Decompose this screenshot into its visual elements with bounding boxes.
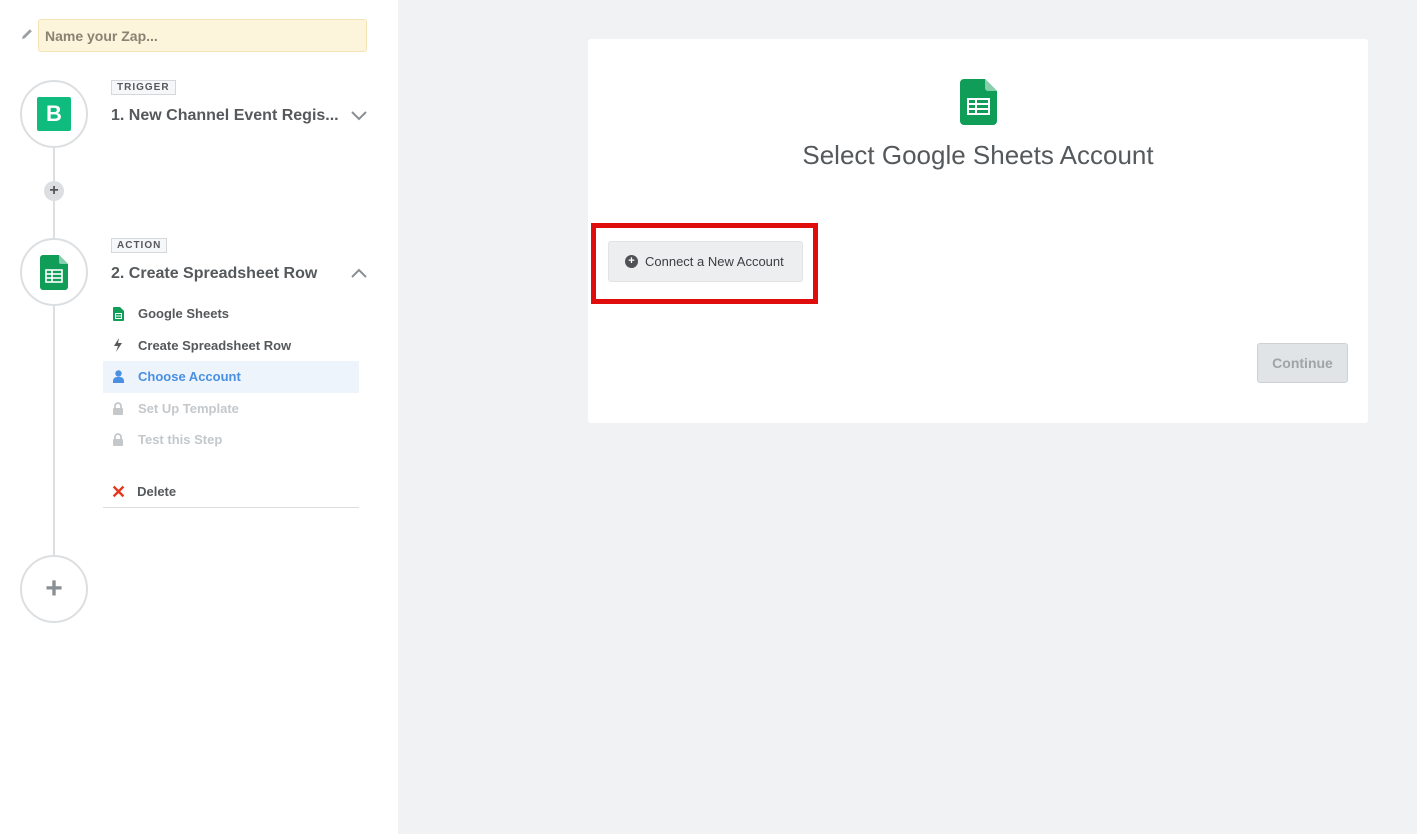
add-step-between-button[interactable]: + <box>44 181 64 201</box>
action-step-icon[interactable] <box>20 238 88 306</box>
continue-button[interactable]: Continue <box>1257 343 1348 383</box>
page-title: Select Google Sheets Account <box>802 140 1154 170</box>
select-account-card: Select Google Sheets Account + Connect a… <box>588 39 1368 423</box>
lock-icon <box>111 432 125 448</box>
zap-name-input[interactable] <box>38 19 367 52</box>
substep-label: Set Up Template <box>138 400 239 416</box>
connect-new-account-button[interactable]: + Connect a New Account <box>608 241 803 282</box>
substep-label: Test this Step <box>138 432 223 448</box>
connect-label: Connect a New Account <box>645 254 784 269</box>
google-sheets-icon <box>111 306 125 322</box>
substep-choose-account[interactable]: Choose Account <box>103 361 359 393</box>
lock-icon <box>111 400 125 416</box>
delete-label: Delete <box>137 484 177 499</box>
delete-step-button[interactable]: ✕ Delete <box>103 476 359 508</box>
chevron-up-icon[interactable] <box>350 267 368 279</box>
google-sheets-icon <box>960 79 997 125</box>
add-step-button[interactable]: + <box>20 555 88 623</box>
lightning-bolt-icon <box>111 337 125 353</box>
user-icon <box>111 369 125 385</box>
trigger-step-title[interactable]: 1. New Channel Event Regis... <box>111 107 339 125</box>
substep-label: Google Sheets <box>138 306 230 322</box>
action-tag: ACTION <box>111 238 168 253</box>
substep-label: Choose Account <box>138 369 241 385</box>
close-icon: ✕ <box>111 481 127 502</box>
trigger-step-icon[interactable]: B <box>20 80 88 148</box>
google-sheets-icon <box>40 254 68 290</box>
action-substeps-list: Google Sheets Create Spreadsheet Row Cho… <box>103 298 359 456</box>
chevron-down-icon[interactable] <box>350 110 368 122</box>
substep-label: Create Spreadsheet Row <box>138 337 292 353</box>
pencil-icon <box>22 29 32 39</box>
sidebar: B TRIGGER 1. New Channel Event Regis... … <box>0 0 398 834</box>
trigger-app-logo: B <box>37 97 71 131</box>
substep-test-this-step: Test this Step <box>103 424 359 456</box>
substep-set-up-template: Set Up Template <box>103 393 359 425</box>
workflow-connector-line <box>53 145 55 555</box>
trigger-tag: TRIGGER <box>111 80 176 95</box>
action-step-title[interactable]: 2. Create Spreadsheet Row <box>111 265 341 283</box>
substep-create-spreadsheet-row[interactable]: Create Spreadsheet Row <box>103 330 359 362</box>
plus-icon: + <box>45 572 63 605</box>
plus-circle-icon: + <box>625 255 638 268</box>
substep-google-sheets[interactable]: Google Sheets <box>103 298 359 330</box>
